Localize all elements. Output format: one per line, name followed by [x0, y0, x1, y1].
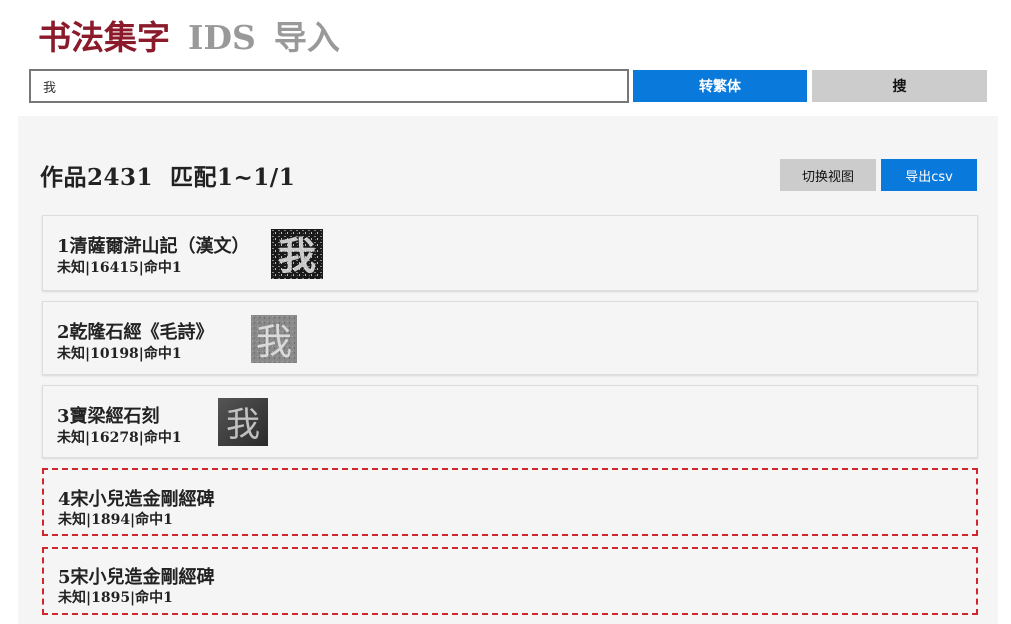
brand-title[interactable]: 书法集字 — [38, 18, 170, 58]
result-title[interactable]: 5宋小兒造金剛經碑 — [58, 563, 215, 589]
result-title[interactable]: 4宋小兒造金剛經碑 — [58, 485, 215, 511]
result-card[interactable]: 3寶梁經石刻 未知|16278|命中1 我 — [42, 385, 978, 458]
result-card-missing[interactable]: 4宋小兒造金剛經碑 未知|1894|命中1 — [42, 468, 978, 536]
result-meta: 未知|16415|命中1 — [57, 260, 182, 276]
result-card[interactable]: 1清薩爾滸山記（漢文） 未知|16415|命中1 我 — [42, 215, 978, 291]
result-card[interactable]: 2乾隆石經《毛詩》 未知|10198|命中1 我 — [42, 301, 978, 375]
glyph-rubbing-image[interactable]: 我 — [251, 315, 297, 363]
glyph-rubbing-image[interactable]: 我 — [218, 398, 268, 446]
result-meta: 未知|10198|命中1 — [57, 346, 182, 362]
export-csv-button[interactable]: 导出csv — [881, 159, 977, 191]
import-link[interactable]: 导入 — [274, 18, 340, 58]
glyph-char: 我 — [226, 405, 260, 445]
glyph-char: 我 — [278, 233, 316, 278]
search-button[interactable]: 搜 — [812, 70, 987, 102]
app-header: 书法集字 IDS 导入 — [38, 18, 340, 58]
glyph-rubbing-image[interactable]: 我 — [271, 229, 323, 279]
result-meta: 未知|1895|命中1 — [58, 590, 173, 606]
result-title[interactable]: 2乾隆石經《毛詩》 — [57, 318, 214, 344]
result-title[interactable]: 3寶梁經石刻 — [57, 402, 160, 428]
result-card-missing[interactable]: 5宋小兒造金剛經碑 未知|1895|命中1 — [42, 547, 978, 615]
glyph-char: 我 — [256, 322, 292, 363]
results-summary: 作品2431 匹配1~1/1 — [40, 164, 296, 191]
convert-traditional-button[interactable]: 转繁体 — [633, 70, 807, 102]
ids-link[interactable]: IDS — [188, 18, 256, 58]
result-title[interactable]: 1清薩爾滸山記（漢文） — [57, 232, 250, 258]
result-meta: 未知|16278|命中1 — [57, 430, 182, 446]
result-meta: 未知|1894|命中1 — [58, 512, 173, 528]
toggle-view-button[interactable]: 切换视图 — [780, 159, 876, 191]
search-input[interactable] — [29, 69, 629, 103]
